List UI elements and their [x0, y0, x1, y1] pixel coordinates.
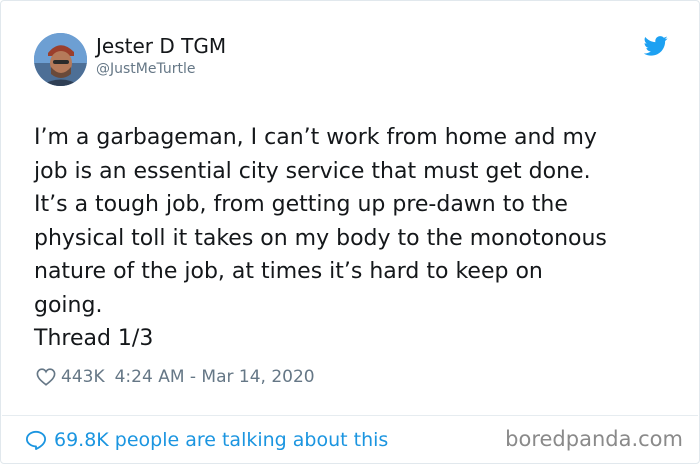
tweet-text-line: Thread 1/3 — [34, 326, 154, 351]
footer-divider — [2, 415, 698, 416]
tweet-text-line: It’s a tough job, from getting up pre-da… — [34, 192, 568, 217]
talking-count: 69.8K — [54, 429, 109, 451]
twitter-bird-icon[interactable] — [644, 36, 668, 56]
like-count[interactable]: 443K — [61, 367, 105, 387]
tweet-meta: 443K 4:24 AM - Mar 14, 2020 — [36, 365, 315, 389]
avatar-photo — [34, 33, 87, 86]
author-handle[interactable]: @JustMeTurtle — [96, 60, 196, 78]
tweet-text-line: nature of the job, at times it’s hard to… — [34, 259, 543, 284]
tweet-timestamp[interactable]: 4:24 AM - Mar 14, 2020 — [115, 367, 315, 387]
speech-bubble-icon — [25, 430, 46, 450]
watermark: boredpanda.com — [505, 427, 683, 451]
tweet-text: I’m a garbageman, I can’t work from home… — [34, 121, 684, 356]
heart-icon[interactable] — [36, 368, 56, 386]
tweet-text-line: I’m a garbageman, I can’t work from home… — [34, 125, 597, 150]
tweet-text-line: physical toll it takes on my body to the… — [34, 225, 607, 251]
tweet-card: Jester D TGM @JustMeTurtle I’m a garbage… — [0, 0, 700, 464]
author-display-name[interactable]: Jester D TGM — [96, 34, 226, 58]
avatar[interactable] — [34, 33, 87, 86]
talking-label: people are talking about this — [114, 429, 389, 451]
tweet-text-line: going. — [34, 292, 103, 318]
talking-about-link[interactable]: 69.8K people are talking about this — [25, 428, 388, 452]
tweet-text-line: job is an essential city service that mu… — [34, 158, 591, 184]
